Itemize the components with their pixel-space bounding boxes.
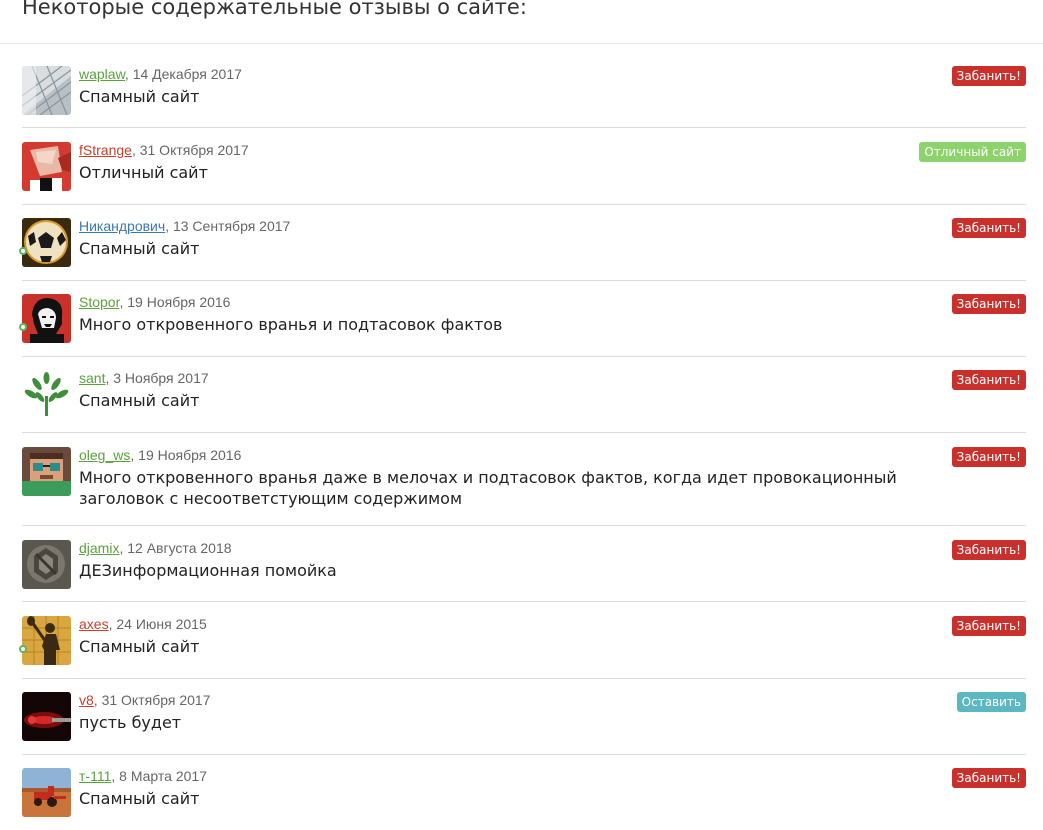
review-date: 19 Ноября 2016 bbox=[138, 447, 242, 463]
username-link[interactable]: Никандрович bbox=[79, 218, 165, 234]
avatar[interactable] bbox=[22, 66, 71, 115]
review-date: 8 Марта 2017 bbox=[119, 768, 207, 784]
online-indicator-icon bbox=[19, 247, 27, 255]
review-text: ДЕЗинформационная помойка bbox=[79, 561, 337, 580]
glass-building-avatar-icon bbox=[22, 66, 71, 115]
review-text: Много откровенного вранья даже в мелочах… bbox=[79, 468, 897, 508]
avatar[interactable] bbox=[22, 692, 71, 741]
page-title: Некоторые содержательные отзывы о сайте: bbox=[22, 0, 527, 19]
review-text: Отличный сайт bbox=[79, 163, 208, 182]
page-header: Некоторые содержательные отзывы о сайте: bbox=[0, 0, 1043, 44]
review-date: 12 Августа 2018 bbox=[127, 540, 232, 556]
review-text: Спамный сайт bbox=[79, 789, 200, 808]
portrait-avatar-icon bbox=[22, 294, 71, 343]
review-content: v8, 31 Октября 2017 пусть будет bbox=[79, 692, 1026, 733]
username-link[interactable]: oleg_ws bbox=[79, 447, 130, 463]
ban-badge[interactable]: Забанить! bbox=[951, 768, 1026, 788]
pixel-character-avatar-icon bbox=[22, 447, 71, 496]
ban-badge[interactable]: Забанить! bbox=[951, 66, 1026, 86]
avatar[interactable] bbox=[19, 294, 71, 343]
review-date: 31 Октября 2017 bbox=[101, 692, 211, 708]
avatar[interactable] bbox=[22, 768, 71, 817]
review-text: Спамный сайт bbox=[79, 87, 200, 106]
review-text: Спамный сайт bbox=[79, 239, 200, 258]
review-meta: sant, 3 Ноября 2017 bbox=[79, 370, 209, 386]
review-content: waplaw, 14 Декабря 2017 Спамный сайт bbox=[79, 66, 1026, 107]
username-link[interactable]: sant bbox=[79, 370, 105, 386]
review-text: пусть будет bbox=[79, 713, 182, 732]
review-date: 24 Июня 2015 bbox=[116, 616, 207, 632]
username-link[interactable]: т-111 bbox=[79, 768, 111, 784]
reviews-list: waplaw, 14 Декабря 2017 Спамный сайт Заб… bbox=[19, 52, 1026, 830]
review-content: axes, 24 Июня 2015 Спамный сайт bbox=[79, 616, 1026, 657]
review-date: 3 Ноября 2017 bbox=[113, 370, 209, 386]
review-text: Спамный сайт bbox=[79, 637, 200, 656]
review-meta: Никандрович, 13 Сентября 2017 bbox=[79, 218, 291, 234]
review-item: v8, 31 Октября 2017 пусть будет Оставить bbox=[22, 679, 1026, 755]
review-content: т-111, 8 Марта 2017 Спамный сайт bbox=[79, 768, 1026, 809]
review-item: axes, 24 Июня 2015 Спамный сайт Забанить… bbox=[19, 602, 1026, 679]
review-date: 19 Ноября 2016 bbox=[127, 294, 231, 310]
username-link[interactable]: v8 bbox=[79, 692, 94, 708]
avatar[interactable] bbox=[22, 447, 71, 496]
review-content: Stopor, 19 Ноября 2016 Много откровенног… bbox=[79, 294, 1026, 335]
review-item: т-111, 8 Марта 2017 Спамный сайт Забанит… bbox=[22, 755, 1026, 830]
review-content: Никандрович, 13 Сентября 2017 Спамный са… bbox=[79, 218, 1026, 259]
good-site-badge[interactable]: Отличный сайт bbox=[919, 142, 1026, 162]
online-indicator-icon bbox=[19, 645, 27, 653]
review-content: fStrange, 31 Октября 2017 Отличный сайт bbox=[79, 142, 1026, 183]
review-item: waplaw, 14 Декабря 2017 Спамный сайт Заб… bbox=[22, 52, 1026, 128]
review-item: Stopor, 19 Ноября 2016 Много откровенног… bbox=[19, 281, 1026, 357]
review-item: sant, 3 Ноября 2017 Спамный сайт Забанит… bbox=[22, 357, 1026, 433]
ban-badge[interactable]: Забанить! bbox=[951, 447, 1026, 467]
review-date: 14 Декабря 2017 bbox=[132, 66, 242, 82]
review-content: djamix, 12 Августа 2018 ДЕЗинформационна… bbox=[79, 540, 1026, 581]
avatar[interactable] bbox=[19, 616, 71, 665]
review-meta: fStrange, 31 Октября 2017 bbox=[79, 142, 249, 158]
ban-badge[interactable]: Забанить! bbox=[951, 370, 1026, 390]
review-date: 13 Сентября 2017 bbox=[172, 218, 291, 234]
review-item: oleg_ws, 19 Ноября 2016 Много откровенно… bbox=[22, 433, 1026, 526]
review-meta: т-111, 8 Марта 2017 bbox=[79, 768, 207, 784]
avatar[interactable] bbox=[22, 142, 71, 191]
red-abstract-face-avatar-icon bbox=[22, 142, 71, 191]
username-link[interactable]: djamix bbox=[79, 540, 119, 556]
review-item: Никандрович, 13 Сентября 2017 Спамный са… bbox=[19, 205, 1026, 281]
soccer-ball-avatar-icon bbox=[22, 218, 71, 267]
review-text: Много откровенного вранья и подтасовок ф… bbox=[79, 315, 503, 334]
review-content: sant, 3 Ноября 2017 Спамный сайт bbox=[79, 370, 1026, 411]
review-date: 31 Октября 2017 bbox=[139, 142, 249, 158]
keep-badge[interactable]: Оставить bbox=[956, 692, 1026, 712]
username-link[interactable]: fStrange bbox=[79, 142, 132, 158]
review-meta: axes, 24 Июня 2015 bbox=[79, 616, 207, 632]
review-item: fStrange, 31 Октября 2017 Отличный сайт … bbox=[22, 128, 1026, 205]
review-meta: v8, 31 Октября 2017 bbox=[79, 692, 211, 708]
avatar[interactable] bbox=[22, 540, 71, 589]
ban-badge[interactable]: Забанить! bbox=[951, 540, 1026, 560]
ban-badge[interactable]: Забанить! bbox=[951, 218, 1026, 238]
ban-badge[interactable]: Забанить! bbox=[951, 616, 1026, 636]
username-link[interactable]: Stopor bbox=[79, 294, 119, 310]
emblem-avatar-icon bbox=[22, 540, 71, 589]
username-link[interactable]: axes bbox=[79, 616, 109, 632]
review-content: oleg_ws, 19 Ноября 2016 Много откровенно… bbox=[79, 447, 1026, 509]
username-link[interactable]: waplaw bbox=[79, 66, 125, 82]
review-meta: waplaw, 14 Декабря 2017 bbox=[79, 66, 242, 82]
online-indicator-icon bbox=[19, 323, 27, 331]
review-meta: djamix, 12 Августа 2018 bbox=[79, 540, 232, 556]
shovel-silhouette-avatar-icon bbox=[22, 616, 71, 665]
tractor-field-avatar-icon bbox=[22, 768, 71, 817]
review-meta: oleg_ws, 19 Ноября 2016 bbox=[79, 447, 242, 463]
ban-badge[interactable]: Забанить! bbox=[951, 294, 1026, 314]
review-meta: Stopor, 19 Ноября 2016 bbox=[79, 294, 231, 310]
avatar[interactable] bbox=[19, 218, 71, 267]
tree-avatar-icon bbox=[22, 370, 71, 419]
red-dark-avatar-icon bbox=[22, 692, 71, 741]
review-item: djamix, 12 Августа 2018 ДЕЗинформационна… bbox=[22, 526, 1026, 602]
review-text: Спамный сайт bbox=[79, 391, 200, 410]
avatar[interactable] bbox=[22, 370, 71, 419]
